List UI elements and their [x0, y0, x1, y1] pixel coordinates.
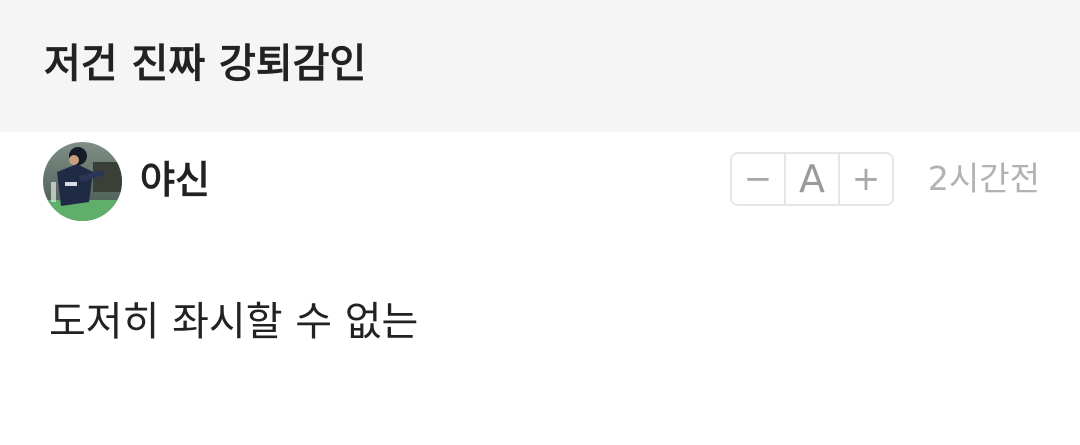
author-name[interactable]: 야신 [140, 152, 210, 208]
font-reset-button[interactable]: A [784, 154, 840, 204]
avatar-image [43, 142, 122, 221]
font-size-control: − A + [730, 152, 894, 206]
post-timestamp: 2시간전 [927, 159, 1040, 198]
font-decrease-button[interactable]: − [732, 154, 784, 204]
post-title: 저건 진짜 강퇴감인 [44, 41, 367, 87]
post-content: 도저히 좌시할 수 없는 [49, 299, 419, 345]
font-increase-button[interactable]: + [840, 154, 892, 204]
avatar[interactable] [43, 142, 122, 221]
post-header: 저건 진짜 강퇴감인 [0, 0, 1080, 132]
author-row: 야신 − A + 2시간전 [0, 132, 1080, 232]
